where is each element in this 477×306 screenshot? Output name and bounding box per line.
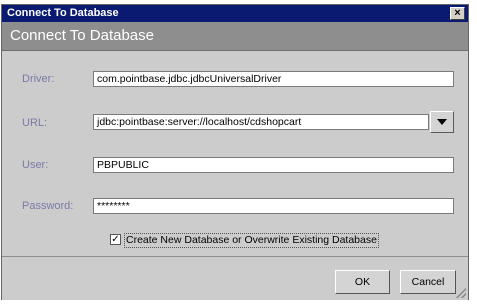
close-icon[interactable]: × [450,7,465,20]
button-bar: OK Cancel [2,256,468,300]
create-db-checkbox[interactable]: ✓ [110,234,121,245]
create-db-label[interactable]: Create New Database or Overwrite Existin… [124,233,379,248]
password-label: Password: [22,200,74,212]
connection-form: Driver: com.pointbase.jdbc.jdbcUniversal… [2,51,468,256]
chevron-down-icon[interactable] [430,111,454,133]
dialog-heading: Connect To Database [10,27,154,44]
ok-button[interactable]: OK [335,270,390,294]
url-label: URL: [22,117,48,129]
resize-grip-icon[interactable] [456,288,466,298]
cancel-button[interactable]: Cancel [400,270,456,294]
title-bar[interactable]: Connect To Database × [2,5,468,22]
user-label: User: [22,159,49,171]
url-combo-field[interactable]: jdbc:pointbase:server://localhost/cdshop… [93,114,429,130]
window-title: Connect To Database [7,7,119,19]
user-field[interactable]: PBPUBLIC [93,157,454,173]
driver-field[interactable]: com.pointbase.jdbc.jdbcUniversalDriver [93,71,454,87]
password-field[interactable]: ******** [93,198,454,214]
dialog-header: Connect To Database [2,22,468,51]
driver-label: Driver: [22,73,55,85]
connect-dialog: Connect To Database × Connect To Databas… [1,4,469,300]
